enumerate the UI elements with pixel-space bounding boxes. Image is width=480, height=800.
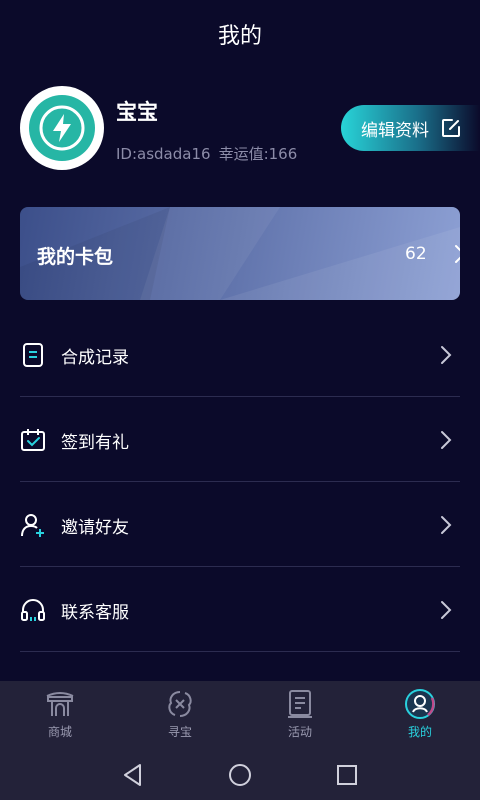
chevron-right-icon bbox=[440, 430, 452, 454]
headset-icon bbox=[20, 597, 46, 623]
menu-item-label: 合成记录 bbox=[61, 348, 129, 368]
recent-apps-icon[interactable] bbox=[334, 762, 360, 788]
chevron-right-icon bbox=[440, 600, 452, 624]
back-icon[interactable] bbox=[120, 762, 146, 788]
card-wallet-count: 62 bbox=[405, 244, 427, 264]
username: 宝宝 bbox=[116, 100, 158, 124]
tab-shop[interactable]: 商城 bbox=[0, 681, 120, 748]
chevron-right-icon bbox=[440, 515, 452, 539]
menu-item-customer-service[interactable]: 联系客服 bbox=[20, 567, 460, 652]
tab-treasure[interactable]: 寻宝 bbox=[120, 681, 240, 748]
activity-icon bbox=[284, 688, 316, 720]
menu-item-synthesis-records[interactable]: 合成记录 bbox=[20, 312, 460, 397]
tab-label: 我的 bbox=[407, 725, 432, 739]
lightning-icon bbox=[29, 95, 95, 161]
tab-mine[interactable]: 我的 bbox=[360, 681, 480, 748]
user-id: ID:asdada16 bbox=[116, 145, 211, 163]
menu-item-label: 联系客服 bbox=[61, 603, 129, 623]
avatar[interactable] bbox=[20, 86, 104, 170]
tab-activity[interactable]: 活动 bbox=[240, 681, 360, 748]
page-title: 我的 bbox=[217, 24, 262, 49]
tab-label: 活动 bbox=[287, 725, 312, 739]
app-header: 我的 bbox=[0, 0, 480, 68]
home-icon[interactable] bbox=[227, 762, 253, 788]
tab-label: 寻宝 bbox=[167, 725, 192, 739]
menu-item-invite-friends[interactable]: 邀请好友 bbox=[20, 482, 460, 567]
card-wallet-banner[interactable]: 我的卡包 62 bbox=[20, 207, 460, 300]
menu-list: 合成记录 签到有礼 邀请好友 联系客服 bbox=[0, 312, 480, 652]
menu-item-label: 签到有礼 bbox=[61, 433, 129, 453]
edit-profile-label: 编辑资料 bbox=[361, 120, 429, 141]
luck-value: 幸运值:166 bbox=[218, 145, 298, 163]
chevron-right-icon bbox=[454, 244, 460, 268]
treasure-icon bbox=[164, 688, 196, 720]
bottom-tab-bar: 商城 寻宝 活动 我的 bbox=[0, 681, 480, 748]
profile-icon bbox=[404, 688, 436, 720]
menu-item-label: 邀请好友 bbox=[61, 518, 129, 538]
calendar-check-icon bbox=[20, 427, 46, 453]
add-user-icon bbox=[20, 512, 46, 538]
document-icon bbox=[20, 342, 46, 368]
menu-item-checkin-gift[interactable]: 签到有礼 bbox=[20, 397, 460, 482]
profile-section: 宝宝 ID:asdada16 幸运值:166 编辑资料 bbox=[0, 86, 480, 172]
chevron-right-icon bbox=[440, 345, 452, 369]
edit-icon bbox=[441, 118, 461, 138]
tab-label: 商城 bbox=[47, 725, 72, 739]
user-meta: ID:asdada16 幸运值:166 bbox=[116, 143, 297, 164]
system-navigation-bar bbox=[0, 748, 480, 800]
edit-profile-button[interactable]: 编辑资料 bbox=[341, 105, 480, 151]
card-wallet-label: 我的卡包 bbox=[37, 246, 114, 268]
shop-icon bbox=[44, 688, 76, 720]
